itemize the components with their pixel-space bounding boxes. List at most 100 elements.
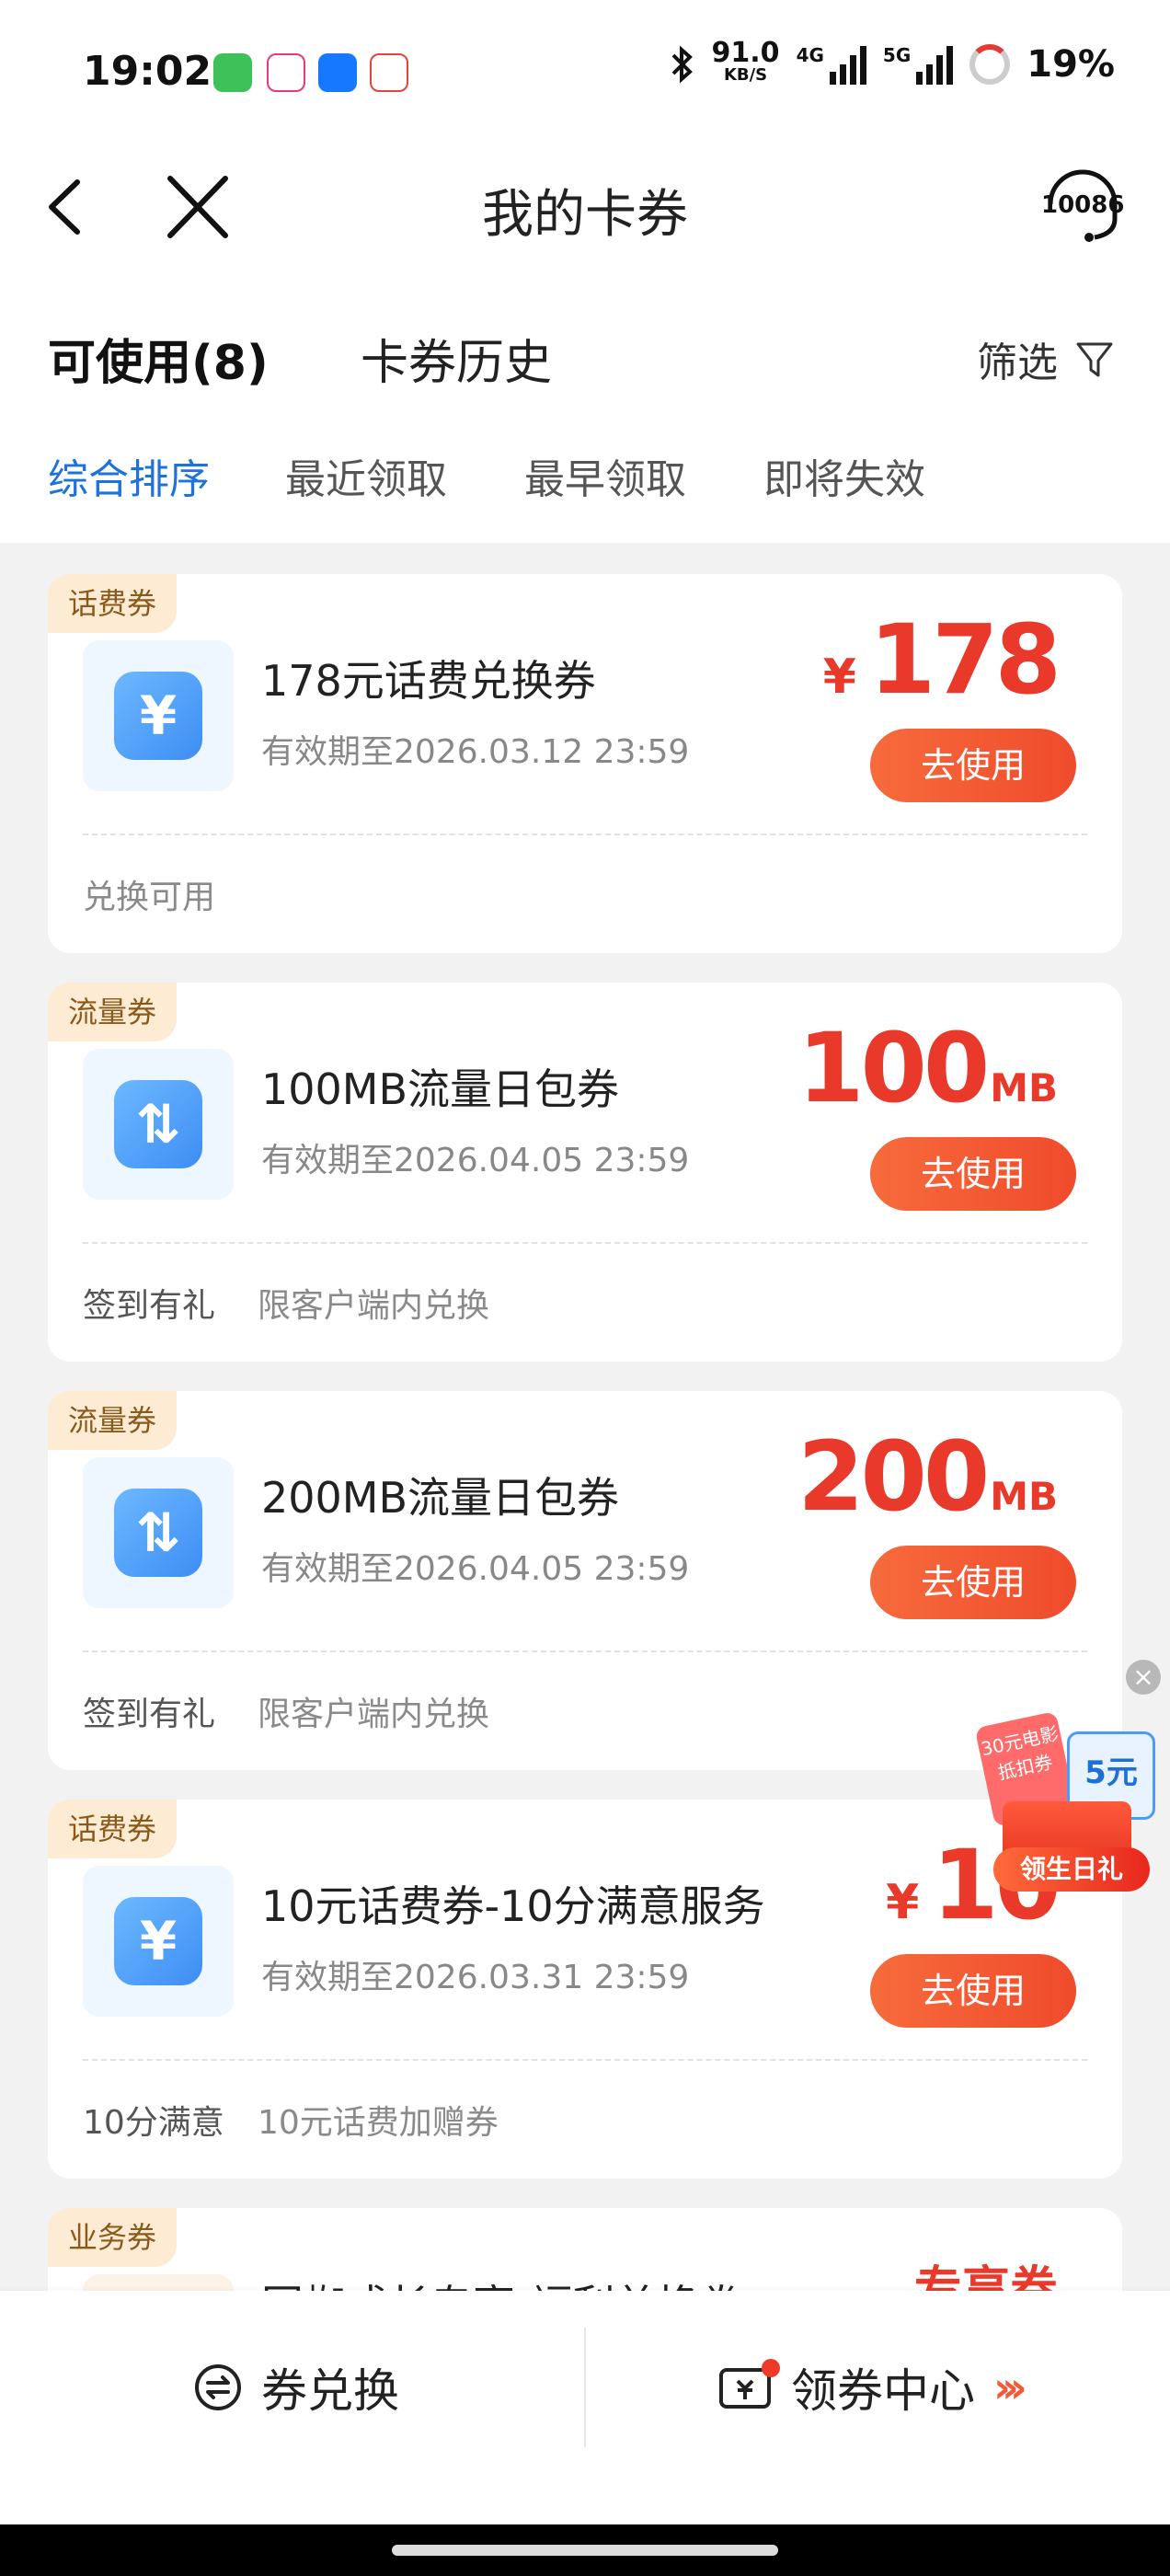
coupon-name: 10元话费券-10分满意服务 <box>261 1881 765 1931</box>
coupon-card[interactable]: 业务券 国蜘成长专享-福利兑换券 专享券 <box>48 2208 1122 2291</box>
net-speed: 91.0 KB/S <box>711 37 780 86</box>
data-transfer-icon: ⇅ <box>114 1489 202 1577</box>
coupon-icon-box: ⇅ <box>83 1457 234 1608</box>
coupon-amount: 100 MB <box>797 1018 1058 1119</box>
coupon-expiry: 有效期至2026.03.31 23:59 <box>261 1959 690 1996</box>
coupon-expiry: 有效期至2026.04.05 23:59 <box>261 1142 690 1179</box>
coupon-exchange-button[interactable]: 券兑换 <box>193 2346 399 2429</box>
page-title: 我的卡券 <box>482 185 688 245</box>
bottom-divider <box>584 2328 586 2447</box>
tab-available[interactable]: 可使用(8) <box>48 324 269 393</box>
coupon-card[interactable]: 话费券 ¥ 10元话费券-10分满意服务 有效期至2026.03.31 23:5… <box>48 1800 1122 2179</box>
coupon-note-secondary: 限客户端内兑换 <box>258 1287 490 1325</box>
signal-5g-icon: 5G <box>882 44 954 85</box>
coupon-card[interactable]: 话费券 ¥ 178元话费兑换券 有效期至2026.03.12 23:59 ¥ 1… <box>48 574 1122 953</box>
promo-close-icon[interactable]: × <box>1126 1660 1161 1695</box>
customer-service-button[interactable]: 10086 <box>1041 164 1124 247</box>
chevron-right-icon: ››› <box>993 2363 1027 2412</box>
service-number: 10086 <box>1041 191 1125 219</box>
coupon-tag: 流量券 <box>48 1391 178 1450</box>
coupon-note: 签到有礼 <box>83 1696 216 1733</box>
divider <box>83 2059 1087 2061</box>
status-right: 91.0 KB/S 4G 5G 19% <box>668 37 1115 86</box>
promo-label: 领生日礼 <box>993 1847 1150 1892</box>
coupon-note-secondary: 10元话费加赠券 <box>258 2104 499 2142</box>
yuan-icon: ¥ <box>114 672 202 760</box>
coupon-center-icon <box>717 2359 780 2412</box>
yuan-icon: ¥ <box>114 1897 202 1985</box>
coupon-amount: 200 MB <box>797 1426 1058 1527</box>
header: 我的卡券 10086 <box>0 147 1170 267</box>
sort-tab-earliest[interactable]: 最早领取 <box>524 446 686 505</box>
amount-unit: MB <box>990 1065 1058 1110</box>
battery-level: 19% <box>1027 43 1115 86</box>
coupon-center-label: 领券中心 <box>791 2364 975 2418</box>
sort-tab-expiring[interactable]: 即将失效 <box>763 446 925 505</box>
coupon-note-secondary: 限客户端内兑换 <box>258 1696 490 1733</box>
coupon-icon-box: ¥ <box>83 640 234 791</box>
coupon-amount: ¥ 178 <box>822 604 1061 716</box>
coupon-tag: 业务券 <box>48 2208 178 2267</box>
home-indicator[interactable] <box>392 2545 778 2556</box>
bottom-bar: 券兑换 领券中心 ››› <box>0 2291 1170 2524</box>
tabs-area: 可使用(8) 卡券历史 筛选 综合排序 最近领取 最早领取 即将失效 <box>0 267 1170 543</box>
coupon-name: 100MB流量日包券 <box>261 1064 620 1114</box>
amount-unit: MB <box>990 1474 1058 1519</box>
amount-value: 200 <box>797 1420 990 1533</box>
alipay-app-icon <box>318 53 357 92</box>
coupon-card[interactable]: 流量券 ⇅ 100MB流量日包券 有效期至2026.04.05 23:59 10… <box>48 983 1122 1362</box>
use-coupon-button[interactable]: 去使用 <box>870 1137 1076 1211</box>
sort-tab-recent[interactable]: 最近领取 <box>285 446 447 505</box>
cloud-app-icon <box>370 53 408 92</box>
exchange-label: 券兑换 <box>261 2364 399 2418</box>
signal-4g-icon: 4G <box>797 44 866 85</box>
notification-dot <box>762 2359 780 2377</box>
data-transfer-icon: ⇅ <box>114 1080 202 1168</box>
divider <box>83 1242 1087 1244</box>
filter-label: 筛选 <box>977 339 1058 386</box>
coupon-note: 10分满意 <box>83 2104 224 2142</box>
filter-icon <box>1076 342 1113 377</box>
tab-history[interactable]: 卡券历史 <box>361 324 552 393</box>
coupon-name: 178元话费兑换券 <box>261 656 596 706</box>
coupon-center-button[interactable]: 领券中心 ››› <box>717 2346 1027 2429</box>
coupon-list: 话费券 ¥ 178元话费兑换券 有效期至2026.03.12 23:59 ¥ 1… <box>0 543 1170 2291</box>
divider <box>83 834 1087 835</box>
bluetooth-icon <box>671 45 693 84</box>
system-nav-bar <box>0 2524 1170 2576</box>
coupon-card[interactable]: 流量券 ⇅ 200MB流量日包券 有效期至2026.04.05 23:59 20… <box>48 1391 1122 1770</box>
filter-button[interactable]: 筛选 <box>977 329 1115 388</box>
coupon-icon-box: ¥ <box>83 1866 234 2017</box>
sort-tab-comprehensive[interactable]: 综合排序 <box>48 446 210 505</box>
birthday-gift-promo[interactable]: 30元电影抵扣券 5元 领生日礼 <box>974 1709 1159 1893</box>
amount-value: 178 <box>868 604 1061 716</box>
china-mobile-app-icon <box>267 53 305 92</box>
coupon-icon-box: ⇅ <box>83 1049 234 1200</box>
status-bar: 19:02 91.0 KB/S 4G 5G 19% <box>0 0 1170 147</box>
net-speed-value: 91.0 <box>711 37 780 69</box>
use-coupon-button[interactable]: 去使用 <box>870 1546 1076 1619</box>
status-time: 19:02 <box>83 48 212 95</box>
coupon-name: 国蜘成长专享-福利兑换券 <box>261 2272 742 2291</box>
messages-app-icon <box>213 53 252 92</box>
coupon-expiry: 有效期至2026.04.05 23:59 <box>261 1550 690 1588</box>
coupon-tag: 话费券 <box>48 1800 178 1858</box>
coupon-tag: 流量券 <box>48 983 178 1041</box>
currency-symbol: ¥ <box>886 1875 920 1930</box>
coupon-icon-box <box>83 2274 234 2291</box>
coupon-tag: 话费券 <box>48 574 178 633</box>
coupon-note: 签到有礼 <box>83 1287 216 1325</box>
amount-value: 100 <box>797 1012 990 1124</box>
currency-symbol: ¥ <box>822 650 856 705</box>
signal-4g-label: 4G <box>796 44 824 66</box>
coupon-note: 兑换可用 <box>83 879 216 916</box>
use-coupon-button[interactable]: 去使用 <box>870 729 1076 802</box>
divider <box>83 1650 1087 1652</box>
use-coupon-button[interactable]: 去使用 <box>870 1954 1076 2028</box>
coupon-amount: 专享券 <box>913 2262 1058 2291</box>
battery-icon <box>969 44 1011 85</box>
coupon-expiry: 有效期至2026.03.12 23:59 <box>261 733 690 771</box>
signal-5g-label: 5G <box>882 44 912 66</box>
coupon-name: 200MB流量日包券 <box>261 1473 620 1523</box>
exchange-icon <box>195 2364 241 2410</box>
